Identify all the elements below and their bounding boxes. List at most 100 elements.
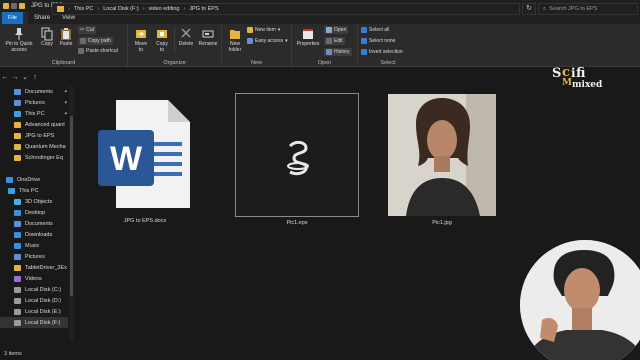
refresh-icon[interactable]: ↻ [522, 3, 536, 15]
file-item-docx[interactable]: W JPG to EPS.docx [94, 94, 196, 230]
sidebar-item[interactable]: Videos [0, 273, 68, 284]
forward-arrow-icon[interactable]: → [10, 74, 20, 81]
breadcrumb-separator: › [142, 6, 145, 12]
breadcrumb-local-disk-f[interactable]: Local Disk (F:) [103, 6, 138, 12]
search-box[interactable]: ⌕ Search JPG to EPS [538, 3, 638, 15]
folder-icon [14, 88, 21, 95]
edit-button[interactable]: Edit [324, 37, 345, 45]
new-group: New folder New item ▾ Easy access ▾ New [222, 24, 292, 67]
easy-access-button[interactable]: Easy access ▾ [247, 38, 288, 44]
up-arrow-icon[interactable]: ↑ [30, 74, 40, 81]
sidebar-item[interactable]: Advanced quant [0, 119, 68, 130]
file-item-jpg[interactable]: Pic1.jpg [388, 94, 496, 230]
clipboard-label: Clipboard [51, 60, 76, 66]
select-all-button[interactable]: Select all [361, 27, 389, 33]
folder-icon [14, 242, 21, 249]
select-group: Select all Select none Invert selection … [358, 24, 418, 67]
sidebar-item[interactable]: Documents ✦ [0, 86, 68, 97]
back-arrow-icon[interactable]: ← [0, 74, 10, 81]
sidebar-item[interactable]: Schrodinger Eq [0, 152, 68, 163]
sidebar-item-label: Advanced quant [25, 121, 65, 128]
sidebar-item[interactable]: Quantum Mecha [0, 141, 68, 152]
pin-icon: ✦ [63, 110, 68, 117]
breadcrumb-this-pc[interactable]: This PC [74, 6, 94, 12]
history-label: History [334, 49, 350, 55]
file-item-eps[interactable]: Pic1.eps [235, 93, 359, 229]
sidebar-item[interactable]: Local Disk (F:) [0, 317, 68, 328]
sidebar-item[interactable]: Music [0, 240, 68, 251]
properties-button[interactable]: Properties [294, 27, 322, 48]
sidebar-item[interactable]: Documents [0, 218, 68, 229]
rename-button[interactable]: Rename [197, 27, 219, 48]
cut-icon: ✂ [80, 27, 85, 33]
organize-group: Move to Copy to Delete Rename Organize [128, 24, 222, 67]
folder-icon [6, 176, 13, 183]
select-all-label: Select all [369, 27, 390, 33]
history-button[interactable]: History [324, 48, 352, 56]
properties-icon [303, 29, 313, 39]
new-item-button[interactable]: New item ▾ [247, 27, 280, 33]
search-placeholder: Search JPG to EPS [549, 6, 598, 12]
sidebar-item[interactable]: Local Disk (C:) [0, 284, 68, 295]
select-none-button[interactable]: Select none [361, 38, 395, 44]
sidebar-item[interactable]: Pictures ✦ [0, 97, 68, 108]
pin-quick-access-button[interactable]: Pin to Quick access [2, 27, 36, 53]
sidebar-item[interactable]: Desktop [0, 207, 68, 218]
sidebar-item[interactable]: Downloads [0, 229, 68, 240]
delete-label: Delete [178, 41, 194, 47]
copy-to-button[interactable]: Copy to [152, 27, 172, 53]
properties-icon[interactable] [11, 2, 17, 9]
new-label: New [250, 60, 262, 66]
open-label-group: Open [317, 60, 332, 66]
sidebar-item[interactable]: Local Disk (E:) [0, 306, 68, 317]
delete-button[interactable]: Delete [176, 27, 196, 48]
open-icon [326, 27, 332, 33]
navigation-pane: Documents ✦ Pictures ✦ This PC ✦ Advanced quan… [0, 86, 78, 348]
eps-thumbnail [235, 93, 359, 217]
new-folder-button[interactable]: New folder [225, 27, 245, 53]
folder-icon [14, 110, 21, 117]
sidebar-item[interactable]: Pictures [0, 251, 68, 262]
sidebar-item[interactable]: Local Disk (D:) [0, 295, 68, 306]
new-folder-label: New folder [228, 41, 242, 53]
sidebar-item[interactable]: JPG to EPS [0, 130, 68, 141]
sidebar-item[interactable]: OneDrive [0, 174, 68, 185]
breadcrumb-separator: › [183, 6, 186, 12]
scrollbar-thumb[interactable] [70, 116, 73, 296]
new-item-icon [247, 27, 253, 33]
invert-selection-button[interactable]: Invert selection [361, 49, 403, 55]
tab-file[interactable]: File [2, 12, 23, 24]
address-bar[interactable]: › This PC › Local Disk (F:) › video edit… [52, 3, 520, 15]
copy-to-icon [157, 30, 167, 38]
sidebar-item-label: Documents [25, 220, 53, 227]
breadcrumb-separator: › [97, 6, 100, 12]
recent-locations-icon[interactable]: ⌄ [20, 73, 30, 81]
breadcrumb-jpg-to-eps[interactable]: JPG to EPS [189, 6, 218, 12]
sidebar-item-label: Desktop [25, 209, 46, 216]
sidebar-item[interactable]: This PC [0, 185, 68, 196]
sidebar-item[interactable]: 3D Objects [0, 196, 68, 207]
file-name: Pic1.jpg [432, 220, 452, 226]
sidebar-item[interactable]: TabletDriver_3Ex [0, 262, 68, 273]
move-to-button[interactable]: Move to [131, 27, 151, 53]
open-button[interactable]: Open [324, 26, 349, 34]
breadcrumb-video-editing[interactable]: video editing [149, 6, 180, 12]
new-folder-icon[interactable] [19, 2, 25, 9]
word-document-icon: W [98, 100, 190, 208]
folder-icon [14, 297, 21, 304]
nav-scrollbar[interactable] [69, 86, 74, 341]
address-row: ← → ⌄ ↑ [0, 68, 640, 86]
quick-access-toolbar [3, 2, 25, 9]
new-folder-icon [230, 30, 240, 39]
sidebar-item-label: Music [25, 242, 40, 249]
copy-button[interactable]: Copy [38, 27, 56, 48]
cut-button[interactable]: ✂ Cut [78, 26, 96, 34]
pin-icon: ✦ [63, 99, 68, 106]
sidebar-item-label: Local Disk (F:) [25, 319, 61, 326]
sidebar-item-label: Local Disk (D:) [25, 297, 62, 304]
paste-button[interactable]: Paste [57, 27, 75, 48]
folder-icon [14, 264, 21, 271]
paste-shortcut-button[interactable]: Paste shortcut [78, 48, 118, 54]
copy-path-button[interactable]: Copy path [78, 37, 113, 45]
sidebar-item[interactable]: This PC ✦ [0, 108, 68, 119]
